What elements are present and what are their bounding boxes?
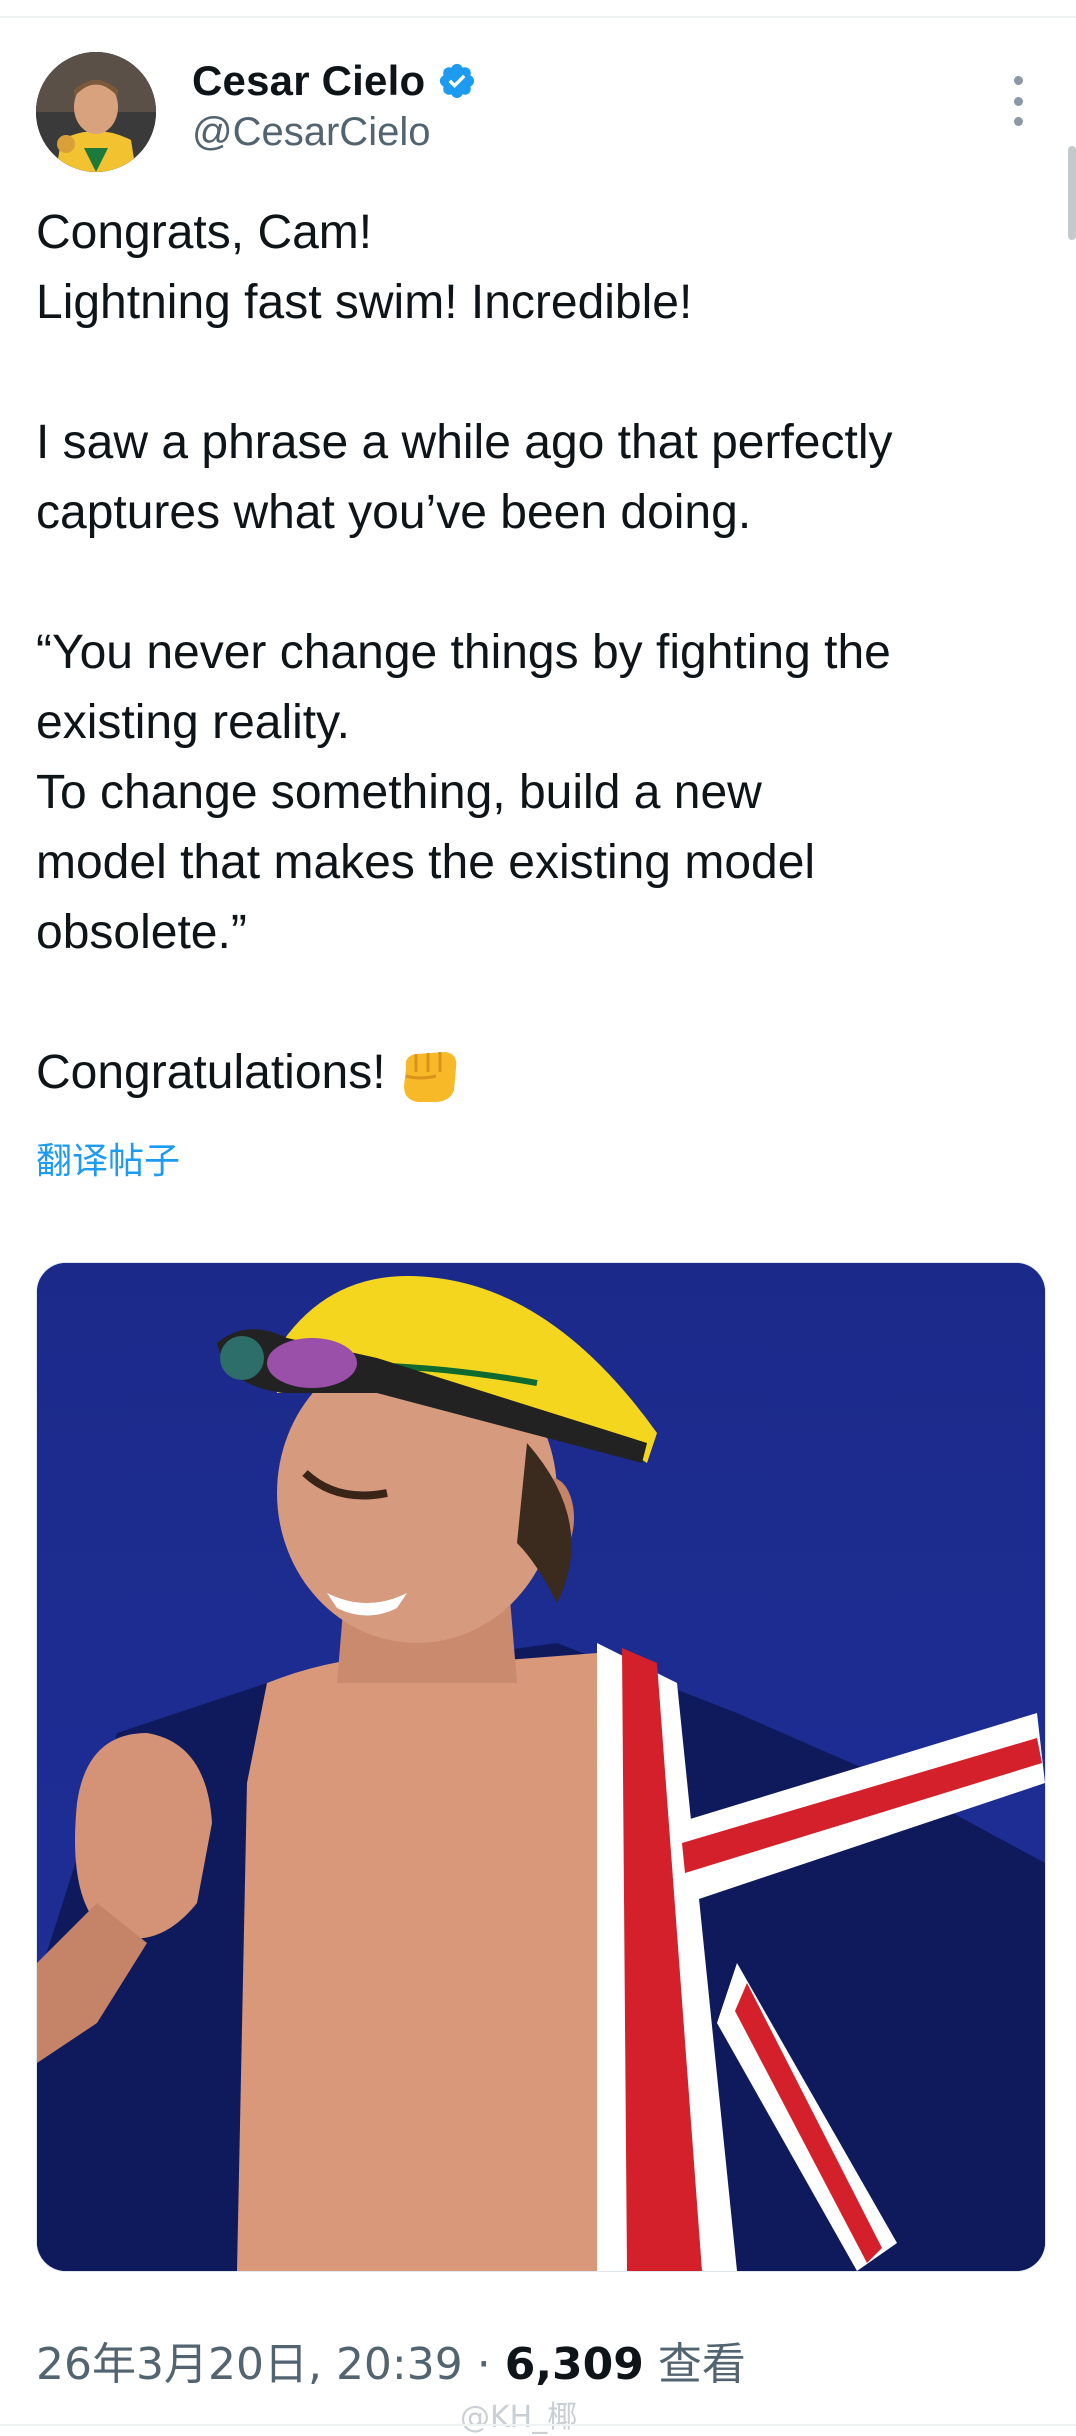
views-count: 6,309 bbox=[504, 2339, 644, 2390]
author-handle[interactable]: @CesarCielo bbox=[192, 110, 430, 155]
translate-post-link[interactable]: 翻译帖子 bbox=[36, 1132, 180, 1184]
tweet-photo[interactable] bbox=[36, 1262, 1046, 2272]
top-divider bbox=[0, 0, 1076, 18]
author-display-name[interactable]: Cesar Cielo bbox=[192, 57, 425, 105]
verified-badge-icon bbox=[440, 63, 475, 99]
tweet-body: Congrats, Cam! Lightning fast swim! Incr… bbox=[36, 198, 1046, 1108]
tweet-last-line: Congratulations! bbox=[36, 1038, 1046, 1108]
tweet-line: Congratulations! bbox=[36, 1046, 386, 1099]
tweet-line: obsolete.” bbox=[36, 906, 247, 959]
avatar[interactable] bbox=[36, 52, 156, 172]
tweet-line: Lightning fast swim! Incredible! bbox=[36, 276, 693, 329]
tweet-line: existing reality. bbox=[36, 696, 350, 749]
tweet-line: captures what you’ve been doing. bbox=[36, 486, 752, 539]
tweet-meta: 26年3月20日, 20:39 · 6,309 查看 bbox=[36, 2328, 746, 2392]
tweet-line: model that makes the existing model bbox=[36, 836, 816, 889]
tweet-line: “You never change things by fighting the bbox=[36, 626, 891, 679]
views-label: 查看 bbox=[657, 2339, 746, 2390]
bottom-divider bbox=[0, 2424, 1076, 2426]
more-options-icon[interactable] bbox=[1004, 76, 1032, 126]
tweet-line: To change something, build a new bbox=[36, 766, 762, 819]
scrollbar-thumb[interactable] bbox=[1068, 146, 1076, 240]
author-name-row[interactable]: Cesar Cielo bbox=[192, 56, 477, 106]
tweet-line: Congrats, Cam! bbox=[36, 206, 373, 259]
oncoming-fist-icon bbox=[403, 1052, 456, 1103]
meta-separator: · bbox=[462, 2339, 505, 2390]
watermark: @KH_椰 bbox=[460, 2400, 578, 2435]
tweet-line: I saw a phrase a while ago that perfectl… bbox=[36, 416, 893, 469]
tweet-timestamp[interactable]: 26年3月20日, 20:39 bbox=[36, 2339, 463, 2390]
